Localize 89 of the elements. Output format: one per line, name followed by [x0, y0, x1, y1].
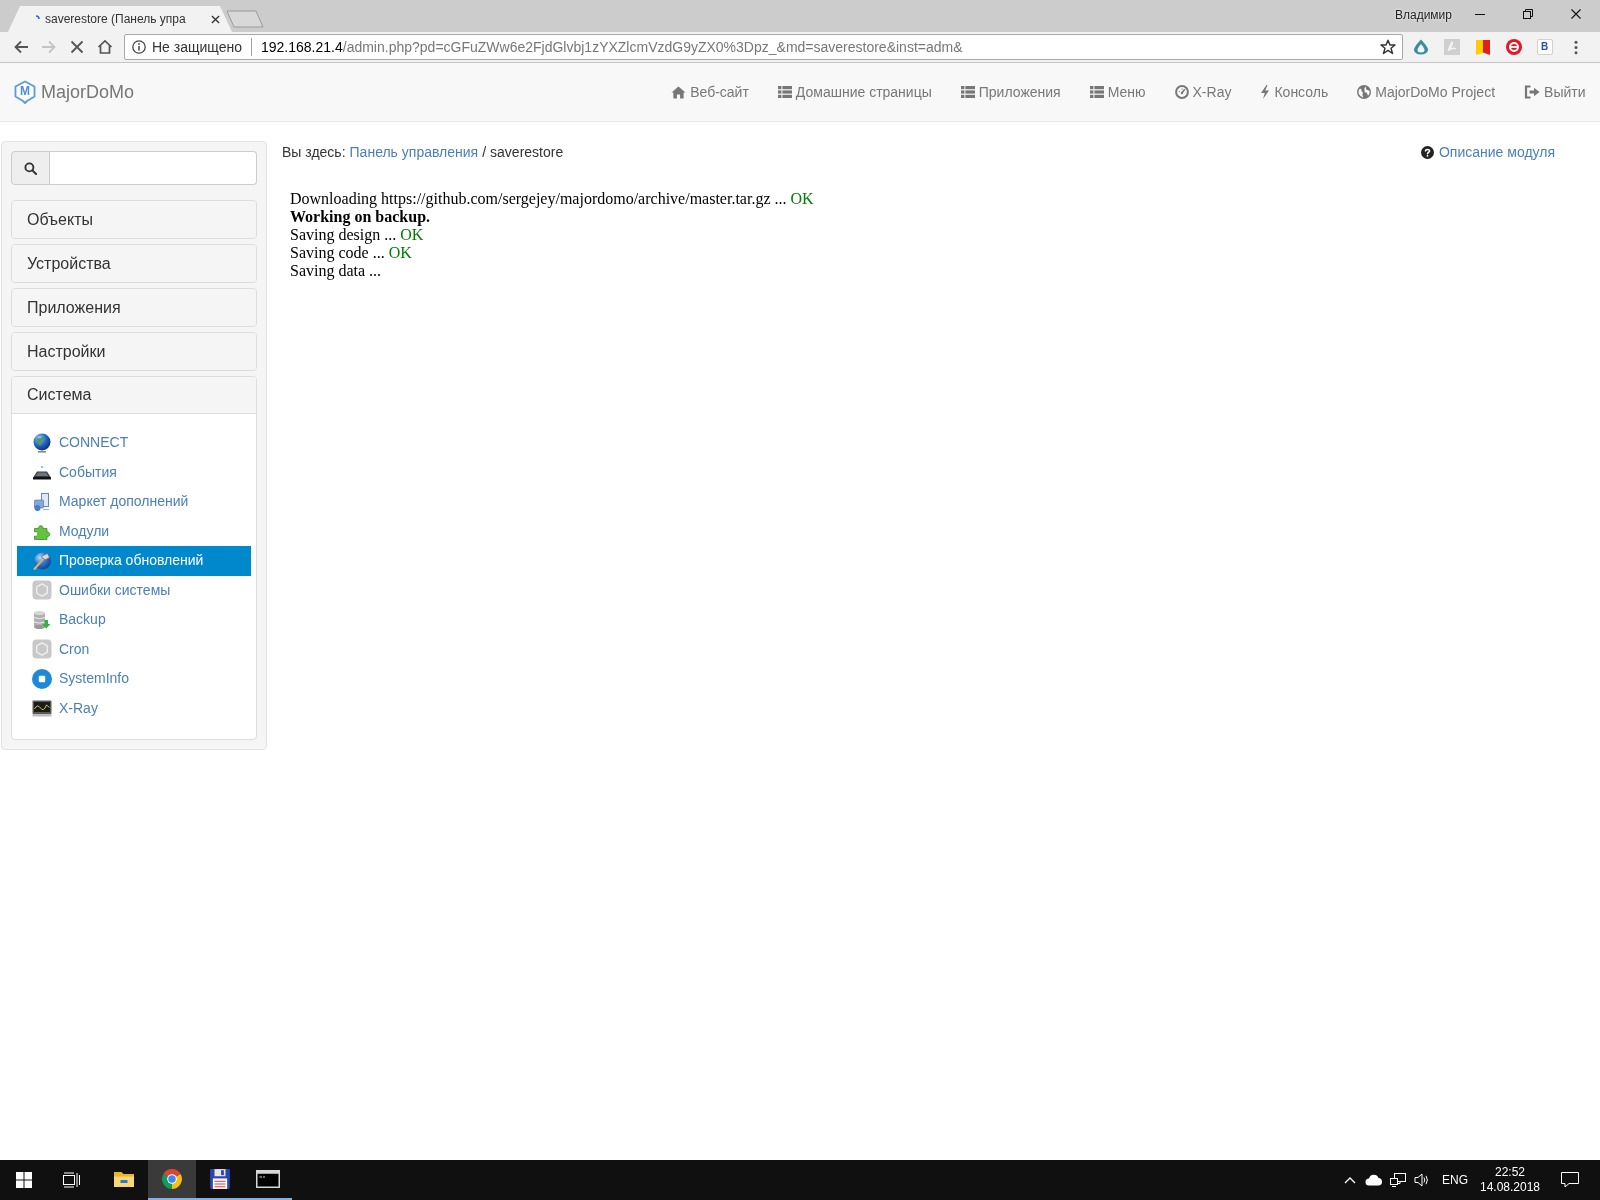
clock-time[interactable]: 22:52	[1495, 1165, 1525, 1180]
logo: M	[14, 80, 36, 104]
url-path: /admin.php?pd=cGFuZWw6e2FjdGlvbj1zYXZlcmVzdG9yZX0%3Dpz_&md=saverestore&inst=adm&	[342, 37, 963, 57]
log-line: Working on backup.	[290, 208, 431, 226]
status-text: OK	[388, 244, 412, 262]
globe-icon	[32, 432, 52, 453]
globe-hammer-icon	[32, 550, 52, 571]
info-icon[interactable]	[132, 40, 146, 54]
nav-link[interactable]: Веб-сайт	[656, 63, 764, 121]
address-bar[interactable]: Не защищено 192.168.21.4/admin.php?pd=cGFuZWw6e2FjdGlvbj1zYXZlcmVzdG9yZX0%3Dpz_&md=saverestore&inst=adm&	[124, 34, 1403, 60]
breadcrumb-separator: /	[482, 142, 487, 162]
log-line: Saving design ...	[290, 226, 397, 244]
breadcrumb-current: saverestore	[490, 142, 564, 162]
sidebar-item[interactable]: Cron	[17, 634, 251, 664]
stop-icon[interactable]	[70, 40, 84, 54]
sidebar-item[interactable]: Проверка обновлений	[17, 546, 251, 576]
nav-link[interactable]: Приложения	[946, 63, 1076, 121]
caret-up-icon[interactable]	[1344, 1176, 1356, 1184]
log-line: Saving code ...	[290, 244, 385, 262]
monitor-icon	[32, 698, 52, 719]
language-indicator[interactable]: ENG	[1438, 1171, 1472, 1189]
accordion-header[interactable]: Объекты	[12, 201, 256, 238]
search-icon	[24, 161, 37, 175]
network-icon[interactable]	[1390, 1173, 1406, 1187]
nav-link[interactable]: Выйти	[1509, 63, 1600, 121]
sidebar-item[interactable]: Ошибки системы	[17, 575, 251, 605]
sign-out-icon	[1524, 85, 1541, 99]
list-icon	[960, 86, 975, 98]
computer-icon	[32, 491, 52, 512]
ring-icon[interactable]	[1505, 39, 1522, 55]
menu-icon[interactable]	[1573, 39, 1578, 55]
restore-icon[interactable]	[1523, 9, 1533, 19]
browser-icon	[161, 1168, 183, 1190]
sidebar-item[interactable]: События	[17, 457, 251, 487]
close-icon[interactable]	[1571, 9, 1581, 19]
database-icon	[32, 609, 52, 630]
task-view-icon[interactable]	[63, 1172, 81, 1188]
search-button[interactable]	[11, 151, 50, 185]
list-icon	[1089, 86, 1104, 98]
clock-date[interactable]: 14.08.2018	[1479, 1180, 1541, 1195]
sidebar-item[interactable]: X-Ray	[17, 693, 251, 723]
sidebar-item[interactable]: SystemInfo	[17, 664, 251, 694]
lightning-icon	[1260, 85, 1271, 99]
breadcrumb-link[interactable]: Панель управления	[349, 141, 479, 163]
folder-icon	[113, 1170, 135, 1188]
accordion-header[interactable]: Приложения	[12, 289, 256, 326]
breadcrumb-label: Вы здесь:	[282, 142, 346, 162]
nav-link[interactable]: Домашние страницы	[763, 63, 947, 121]
close-icon[interactable]	[211, 14, 220, 24]
speaker-icon[interactable]	[1414, 1173, 1430, 1187]
nav-link[interactable]: X-Ray	[1160, 63, 1246, 121]
gauge-icon	[1174, 85, 1189, 99]
globe-icon	[1357, 85, 1372, 99]
bookmark-icon[interactable]	[1474, 39, 1491, 55]
accordion-header[interactable]: Настройки	[12, 333, 256, 370]
accordion-header[interactable]: Система	[12, 377, 256, 414]
user-name: Владимир	[1395, 7, 1452, 24]
sidebar-item[interactable]: CONNECT	[17, 428, 251, 458]
status-text: OK	[790, 190, 814, 208]
windows-icon[interactable]	[16, 1172, 32, 1188]
notification-icon[interactable]	[1561, 1172, 1579, 1188]
terminal-icon	[256, 1170, 280, 1188]
nav-link[interactable]: Меню	[1075, 63, 1161, 121]
status-text: OK	[400, 226, 424, 244]
brand-link[interactable]: MajorDoMo	[41, 78, 135, 106]
security-label: Не защищено	[152, 37, 242, 57]
browser-tab[interactable]: saverestore (Панель упра	[8, 6, 232, 32]
sidebar-item[interactable]: Маркет дополнений	[17, 487, 251, 517]
nav-link[interactable]: Консоль	[1245, 63, 1343, 121]
list-icon	[777, 86, 792, 98]
drop-icon[interactable]	[1412, 39, 1429, 55]
sidebar-item[interactable]: Модули	[17, 516, 251, 546]
tab-title: saverestore (Панель упра	[45, 11, 187, 28]
search-field[interactable]	[50, 151, 257, 185]
sidebar-item[interactable]: Backup	[17, 605, 251, 635]
back-icon[interactable]	[13, 39, 29, 55]
extension-button[interactable]: B	[1536, 39, 1553, 55]
help-icon	[1420, 145, 1434, 159]
help-link[interactable]: Описание модуля	[1420, 141, 1555, 163]
taskbar-button[interactable]	[148, 1160, 196, 1200]
star-icon[interactable]	[1380, 39, 1396, 55]
home-icon	[671, 85, 687, 99]
home-icon[interactable]	[97, 39, 113, 55]
url-host: 192.168.21.4	[261, 37, 343, 57]
accordion-header[interactable]: Устройства	[12, 245, 256, 282]
nav-link[interactable]: MajorDoMo Project	[1342, 63, 1510, 121]
log-line: Downloading https://github.com/sergejey/majordomo/archive/master.tar.gz ...	[290, 190, 787, 208]
log-line: Saving data ...	[290, 262, 382, 280]
cloud-icon[interactable]	[1365, 1174, 1383, 1186]
